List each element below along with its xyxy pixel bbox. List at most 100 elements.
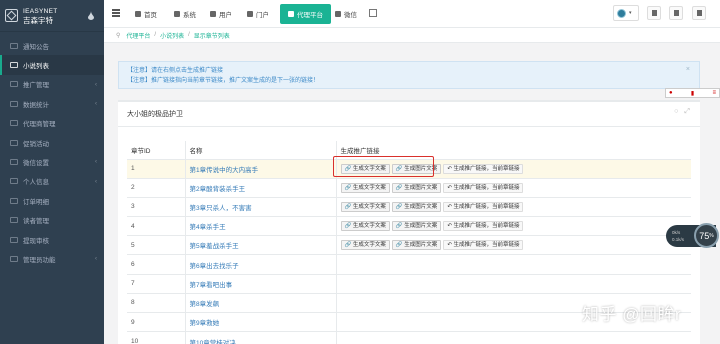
- breadcrumb-item[interactable]: 显示章节列表: [194, 31, 230, 40]
- chapter-name-link[interactable]: 第7章看吧出事: [185, 273, 337, 294]
- nav-system-label: 系统: [183, 12, 196, 19]
- chapter-id: 2: [127, 177, 186, 198]
- generate-image-label: 生成图片文案: [404, 242, 438, 249]
- chapter-name-link[interactable]: 第6章出去找乐子: [185, 254, 337, 275]
- generate-text-button[interactable]: 🔗 生成文字文案: [340, 221, 390, 232]
- float-toolbar[interactable]: ● ▮ ≡: [665, 88, 720, 98]
- close-icon[interactable]: ×: [686, 65, 690, 75]
- sidebar-item-campaigns[interactable]: 促销活动: [0, 133, 104, 152]
- menu-icon: [10, 255, 18, 262]
- sidebar-item-label: 促销活动: [23, 140, 49, 148]
- chapter-name-link[interactable]: 第9章救她: [185, 311, 337, 332]
- nav-users[interactable]: 用户: [210, 0, 232, 28]
- sidebar-item-promotion[interactable]: 推广管理 ‹: [0, 75, 104, 94]
- user-menu-button[interactable]: ▾: [613, 5, 639, 21]
- table-row: 2 第2章酸背装杀手王 🔗 生成文字文案 🔗 生成图片文案 ↶ 生成推广链接，当前章链接: [127, 177, 691, 198]
- sidebar-item-label: 管理员功能: [23, 256, 56, 264]
- generate-link-label: 生成推广链接，当前章链接: [453, 184, 520, 191]
- sidebar-item-novel-list[interactable]: 小说列表: [0, 55, 104, 75]
- nav-portal[interactable]: 门户: [247, 0, 269, 28]
- fullscreen-button[interactable]: [692, 6, 706, 20]
- nav-agent-platform-label: 代理平台: [297, 12, 323, 19]
- collapse-icon[interactable]: ○: [674, 108, 678, 116]
- generate-link-button[interactable]: ↶ 生成推广链接，当前章链接: [443, 240, 524, 251]
- panel-divider: [118, 126, 700, 127]
- sidebar-item-label: 代理商管理: [23, 121, 56, 129]
- generate-image-button[interactable]: 🔗 生成图片文案: [391, 201, 442, 212]
- generate-link-button[interactable]: ↶ 生成推广链接，当前章链接: [443, 182, 524, 193]
- nav-home[interactable]: 首页: [135, 0, 157, 28]
- sidebar-item-admin[interactable]: 管理员功能 ‹: [0, 249, 104, 268]
- notice-alert: 【注意】请在右侧点击生成推广链接 【注意】推广链接指向当前章节链接，推广文案生成…: [118, 61, 700, 89]
- chapter-name-link[interactable]: 第2章酸背装杀手王: [185, 177, 337, 198]
- table-row: 4 第4章杀手王 🔗 生成文字文案 🔗 生成图片文案 ↶ 生成推广链接，当前章链接: [127, 216, 691, 236]
- chapter-name-link[interactable]: 第8章发飙: [185, 292, 337, 313]
- home-icon: [135, 11, 141, 17]
- breadcrumb: ⚲ 代理平台 / 小说列表 / 显示章节列表: [104, 28, 720, 43]
- chapter-name-link[interactable]: 第4章杀手王: [185, 216, 337, 236]
- generate-link-button[interactable]: ↶ 生成推广链接，当前章链接: [443, 163, 524, 174]
- menu-icon: [10, 139, 18, 146]
- generate-link-label: 生成推广链接，当前章链接: [453, 203, 520, 210]
- sidebar-item-notices[interactable]: 通知公告: [0, 36, 104, 55]
- chapter-id: 5: [127, 235, 186, 255]
- chapter-name-link[interactable]: 第10章营桂对决: [185, 331, 337, 344]
- breadcrumb-item[interactable]: 代理平台: [126, 31, 150, 40]
- image-button[interactable]: [669, 6, 683, 20]
- panel-title: 大小姐的极品护卫: [127, 111, 183, 118]
- sidebar-item-statistics[interactable]: 数据统计 ‹: [0, 94, 104, 113]
- generate-link-button[interactable]: ↶ 生成推广链接，当前章链接: [443, 201, 524, 212]
- chapter-name-link[interactable]: 第3章只杀人，不害害: [185, 196, 337, 217]
- sidebar-item-withdrawals[interactable]: 提现审核: [0, 230, 104, 249]
- sidebar-item-readers[interactable]: 读者管理: [0, 211, 104, 230]
- generate-image-label: 生成图片文案: [404, 203, 438, 210]
- watermark: 知乎 @回眸r: [582, 305, 682, 324]
- breadcrumb-item[interactable]: 小说列表: [160, 31, 184, 40]
- menu-icon: [10, 81, 18, 88]
- expand-icon[interactable]: ⤢: [684, 108, 690, 116]
- sidebar: IEASYNET 吉森宇特 通知公告 小说列表 推广管理 ‹ 数据统计 ‹ 代理商管…: [0, 0, 104, 344]
- expand-icon: [696, 10, 702, 16]
- trash-button[interactable]: [647, 6, 661, 20]
- gear-icon: [174, 11, 180, 17]
- generate-link-label: 生成推广链接，当前章链接: [453, 242, 520, 249]
- usage-gauge[interactable]: 75%: [694, 223, 719, 248]
- nav-portal-label: 门户: [256, 12, 269, 19]
- chapter-name-link[interactable]: 第1章传说中的大内高手: [185, 158, 337, 179]
- sidebar-item-label: 订单明细: [23, 198, 49, 206]
- nav-wechat[interactable]: 微信: [335, 0, 357, 28]
- generate-text-label: 生成文字文案: [352, 242, 386, 249]
- nav-agent-platform[interactable]: 代理平台: [280, 4, 331, 24]
- top-navbar: 首页 系统 用户 门户 代理平台 微信 ▾: [104, 0, 720, 28]
- generate-image-button[interactable]: 🔗 生成图片文案: [391, 182, 442, 193]
- sidebar-item-agents[interactable]: 代理商管理: [0, 114, 104, 133]
- sidebar-menu: 通知公告 小说列表 推广管理 ‹ 数据统计 ‹ 代理商管理 促销活动 微信设置 ‹ 个…: [0, 32, 104, 269]
- generate-text-button[interactable]: 🔗 生成文字文案: [340, 201, 390, 212]
- generate-image-label: 生成图片文案: [404, 184, 438, 191]
- table-row: 6 第6章出去找乐子: [127, 254, 691, 275]
- generate-text-button[interactable]: 🔗 生成文字文案: [340, 182, 390, 193]
- user-icon: [210, 11, 216, 17]
- alert-line-2: 【注意】推广链接指向当前章节链接，推广文案生成的是下一张的链接！: [127, 78, 320, 84]
- sidebar-item-profile[interactable]: 个人信息 ‹: [0, 172, 104, 191]
- nav-system[interactable]: 系统: [174, 0, 196, 28]
- generate-image-button[interactable]: 🔗 生成图片文案: [391, 221, 442, 232]
- sidebar-item-orders[interactable]: 订单明细: [0, 191, 104, 210]
- menu-icon: [10, 197, 18, 204]
- portal-icon: [247, 11, 253, 17]
- chapter-id: 3: [127, 196, 186, 217]
- apps-icon[interactable]: [369, 9, 377, 17]
- menu-toggle-icon[interactable]: [112, 9, 120, 17]
- chapter-name-link[interactable]: 第5章羞战杀手王: [185, 235, 337, 255]
- chevron-left-icon: ‹: [95, 178, 97, 185]
- generate-text-button[interactable]: 🔗 生成文字文案: [340, 240, 390, 251]
- generate-image-button[interactable]: 🔗 生成图片文案: [391, 240, 442, 251]
- brand: IEASYNET 吉森宇特: [0, 0, 104, 32]
- close-icon: ●: [669, 90, 673, 96]
- menu-icon: [10, 62, 18, 69]
- generate-link-button[interactable]: ↶ 生成推广链接，当前章链接: [443, 221, 524, 232]
- nav-users-label: 用户: [219, 12, 232, 19]
- generate-text-label: 生成文字文案: [352, 203, 386, 210]
- generate-text-label: 生成文字文案: [352, 223, 386, 230]
- sidebar-item-wechat[interactable]: 微信设置 ‹: [0, 152, 104, 171]
